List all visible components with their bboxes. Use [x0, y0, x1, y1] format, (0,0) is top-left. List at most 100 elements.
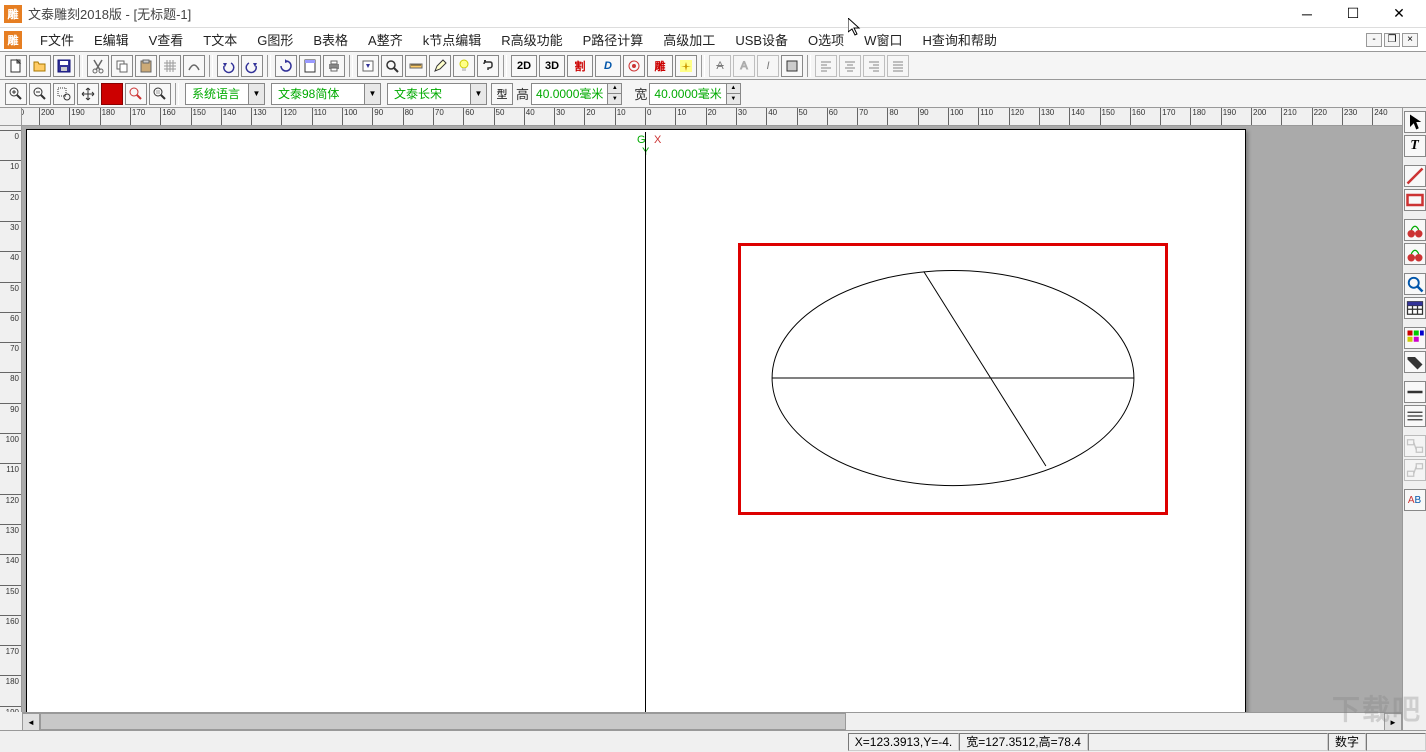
rect-tool[interactable]: [1404, 189, 1426, 211]
window-title: 文泰雕刻2018版 - [无标题-1]: [28, 4, 1284, 23]
prev-button[interactable]: [357, 55, 379, 77]
ab-tool[interactable]: AB: [1404, 489, 1426, 511]
height-up[interactable]: ▲: [608, 84, 621, 95]
bulb-button[interactable]: [453, 55, 475, 77]
zoom-page-button[interactable]: [149, 83, 171, 105]
redo-button[interactable]: [241, 55, 263, 77]
language-combo[interactable]: 系统语言▼: [185, 83, 265, 105]
new-button[interactable]: [5, 55, 27, 77]
ruler-button[interactable]: [405, 55, 427, 77]
vertical-ruler[interactable]: 0102030405060708090100110120130140150160…: [0, 126, 22, 712]
italic-button[interactable]: I: [757, 55, 779, 77]
menu-usb[interactable]: USB设备: [725, 27, 798, 52]
menu-file[interactable]: F文件: [30, 27, 84, 52]
help-button[interactable]: [477, 55, 499, 77]
line-tool[interactable]: [1404, 165, 1426, 187]
right-tool-palette: T AB: [1402, 108, 1426, 730]
font-combo[interactable]: 文泰98简体▼: [271, 83, 381, 105]
record-button[interactable]: [101, 83, 123, 105]
status-tail: [1366, 733, 1426, 751]
align-center-button[interactable]: [839, 55, 861, 77]
pen-button[interactable]: [429, 55, 451, 77]
cherry2-tool[interactable]: [1404, 243, 1426, 265]
status-empty: [1088, 733, 1328, 751]
flow1-tool[interactable]: [1404, 435, 1426, 457]
zoom-in-button[interactable]: [5, 83, 27, 105]
zoom-region-button[interactable]: [53, 83, 75, 105]
menu-options[interactable]: O选项: [798, 27, 854, 52]
text-tool[interactable]: T: [1404, 135, 1426, 157]
align-justify-button[interactable]: [887, 55, 909, 77]
3d-button[interactable]: 3D: [539, 55, 565, 77]
menu-edit[interactable]: E编辑: [84, 27, 139, 52]
sparkle-button[interactable]: [675, 55, 697, 77]
print-button[interactable]: [323, 55, 345, 77]
maximize-button[interactable]: ☐: [1330, 0, 1376, 28]
copy-button[interactable]: [111, 55, 133, 77]
align-left-button[interactable]: [815, 55, 837, 77]
save-button[interactable]: [53, 55, 75, 77]
hlines-tool[interactable]: [1404, 405, 1426, 427]
curve-button[interactable]: [183, 55, 205, 77]
undo-button[interactable]: [217, 55, 239, 77]
menu-view[interactable]: V查看: [139, 27, 194, 52]
xing-button[interactable]: 型: [491, 83, 513, 105]
scroll-left-button[interactable]: ◄: [22, 713, 40, 731]
doc-restore-button[interactable]: ❐: [1384, 33, 1400, 47]
ge-button[interactable]: 割: [567, 55, 593, 77]
outline-button[interactable]: A: [733, 55, 755, 77]
menu-app-icon: 雕: [4, 31, 22, 49]
find-button[interactable]: [381, 55, 403, 77]
menu-path[interactable]: P路径计算: [573, 27, 654, 52]
horizontal-scrollbar[interactable]: ◄ ►: [22, 712, 1402, 730]
menu-align[interactable]: A整齐: [358, 27, 413, 52]
tag-tool[interactable]: [1404, 351, 1426, 373]
flow2-tool[interactable]: [1404, 459, 1426, 481]
width-up[interactable]: ▲: [727, 84, 740, 95]
menu-node-edit[interactable]: k节点编辑: [413, 27, 492, 52]
canvas-area[interactable]: G X Y: [22, 126, 1402, 712]
move-button[interactable]: [77, 83, 99, 105]
menu-window[interactable]: W窗口: [854, 27, 912, 52]
d-button[interactable]: D: [595, 55, 621, 77]
hline-tool[interactable]: [1404, 381, 1426, 403]
width-down[interactable]: ▼: [727, 94, 740, 104]
diao-button[interactable]: 雕: [647, 55, 673, 77]
open-button[interactable]: [29, 55, 51, 77]
height-input[interactable]: 40.0000毫米 ▲▼: [531, 83, 622, 105]
menu-process[interactable]: 高级加工: [653, 27, 725, 52]
strike-button[interactable]: A: [709, 55, 731, 77]
menu-graphic[interactable]: G图形: [247, 27, 303, 52]
menu-table[interactable]: B表格: [303, 27, 358, 52]
color-tool[interactable]: [1404, 327, 1426, 349]
cut-button[interactable]: [87, 55, 109, 77]
zoom-fit-button[interactable]: [125, 83, 147, 105]
origin-x-label: X: [654, 134, 661, 146]
refresh-button[interactable]: [275, 55, 297, 77]
2d-button[interactable]: 2D: [511, 55, 537, 77]
target-button[interactable]: [623, 55, 645, 77]
search-tool[interactable]: [1404, 273, 1426, 295]
close-button[interactable]: ✕: [1376, 0, 1422, 28]
select-tool[interactable]: [1404, 111, 1426, 133]
page-button[interactable]: [299, 55, 321, 77]
menu-advanced[interactable]: R高级功能: [491, 27, 572, 52]
zoom-out-button[interactable]: [29, 83, 51, 105]
style-combo[interactable]: 文泰长宋▼: [387, 83, 487, 105]
height-down[interactable]: ▼: [608, 94, 621, 104]
align-right-button[interactable]: [863, 55, 885, 77]
doc-close-button[interactable]: ×: [1402, 33, 1418, 47]
menu-help[interactable]: H查询和帮助: [912, 27, 1006, 52]
menu-text[interactable]: T文本: [193, 27, 247, 52]
ruler-corner: [0, 108, 22, 126]
box-button[interactable]: [781, 55, 803, 77]
paste-button[interactable]: [135, 55, 157, 77]
selection-box[interactable]: [738, 243, 1168, 515]
minimize-button[interactable]: ─: [1284, 0, 1330, 28]
width-input[interactable]: 40.0000毫米 ▲▼: [649, 83, 740, 105]
cherry1-tool[interactable]: [1404, 219, 1426, 241]
grid-button[interactable]: [159, 55, 181, 77]
horizontal-ruler[interactable]: 2102001901801701601501401301201101009080…: [22, 108, 1402, 126]
table-tool[interactable]: [1404, 297, 1426, 319]
doc-minimize-button[interactable]: -: [1366, 33, 1382, 47]
